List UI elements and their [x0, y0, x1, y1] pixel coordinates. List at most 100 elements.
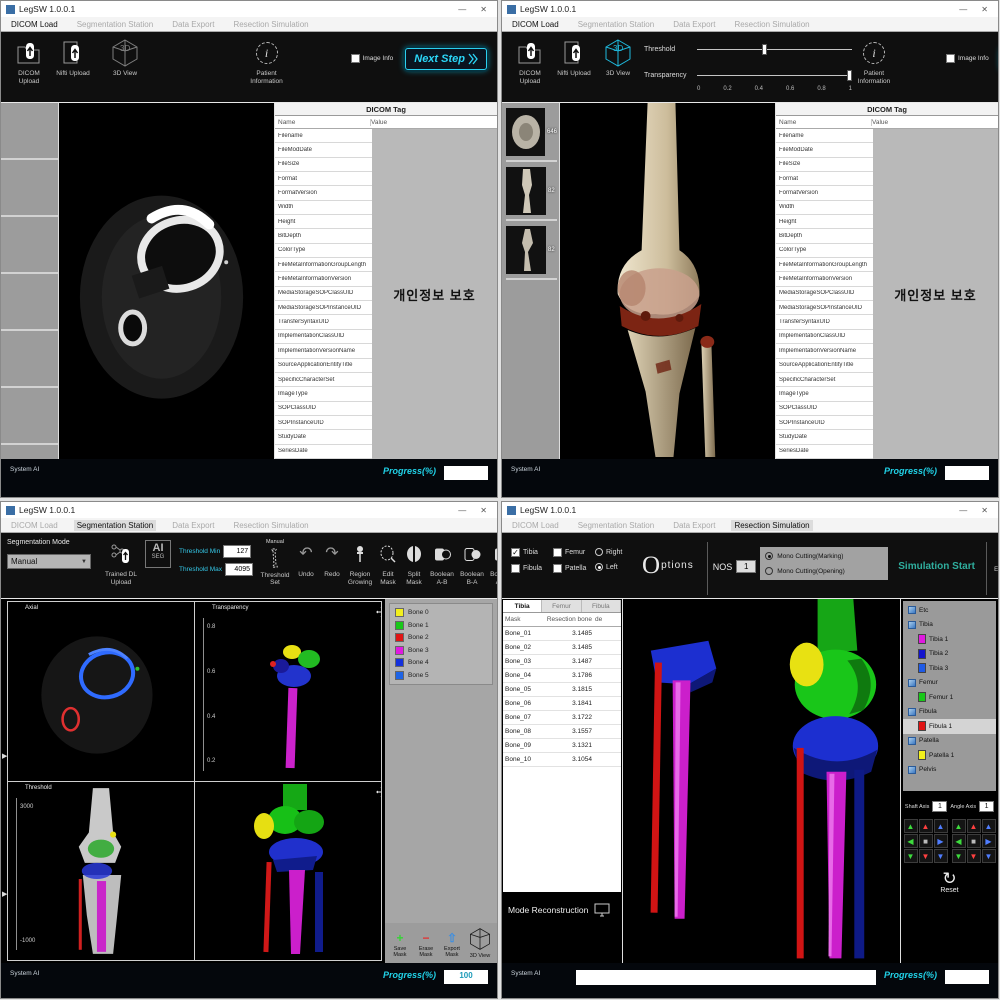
tree-item[interactable]: Tibia 3 — [903, 661, 996, 676]
transform-button[interactable]: ▲ — [904, 819, 918, 833]
image-info-checkbox[interactable]: Image Info — [351, 54, 394, 63]
menu-item[interactable]: Resection Simulation — [230, 19, 311, 30]
mask-legend-item[interactable]: Bone 3 — [395, 646, 487, 655]
series-slot[interactable] — [1, 274, 58, 331]
mode-reconstruction-button[interactable]: Mode Reconstruction — [502, 903, 622, 917]
close-button[interactable]: ✕ — [475, 5, 492, 14]
mask-legend-item[interactable]: Bone 4 — [395, 658, 487, 667]
simulation-3d-viewport[interactable] — [622, 599, 901, 963]
menu-item[interactable]: Resection Simulation — [731, 520, 812, 531]
tree-item[interactable]: Etc — [903, 603, 996, 618]
tree-item[interactable]: Fibula 1 — [903, 719, 996, 734]
left-side-radio[interactable]: Left — [595, 563, 631, 571]
transparency-slider[interactable] — [697, 75, 852, 76]
view-3d-button[interactable]: 3D View — [466, 927, 494, 959]
edit-mask-button[interactable]: Edit Mask — [375, 539, 401, 587]
menu-item[interactable]: Resection Simulation — [731, 19, 812, 30]
close-button[interactable]: ✕ — [976, 5, 993, 14]
minimize-button[interactable]: — — [954, 506, 972, 515]
nifti-upload-button[interactable]: Nifti Upload — [51, 38, 95, 78]
transform-button[interactable]: ◀ — [904, 834, 918, 848]
minimize-button[interactable]: — — [453, 5, 471, 14]
series-sidebar[interactable] — [1, 103, 59, 459]
series-sidebar[interactable]: 646 82 82 — [502, 103, 560, 459]
transform-button[interactable]: ▼ — [952, 849, 966, 863]
menu-item[interactable]: DICOM Load — [8, 19, 61, 30]
transform-button[interactable]: ■ — [919, 834, 933, 848]
image-info-checkbox[interactable]: Image Info — [946, 54, 989, 63]
patient-information-button[interactable]: i Patient Information — [245, 38, 289, 86]
close-button[interactable]: ✕ — [976, 506, 993, 515]
tree-item[interactable]: Patella — [903, 734, 996, 749]
minimize-button[interactable]: — — [453, 506, 471, 515]
table-row[interactable]: Bone_05 3.1815 — [503, 683, 621, 697]
menu-item[interactable]: Resection Simulation — [230, 520, 311, 531]
menu-item[interactable]: DICOM Load — [8, 520, 61, 531]
mono-cutting-opening-radio[interactable]: Mono Cutting(Opening) — [765, 567, 883, 575]
vertical-slider[interactable] — [203, 618, 204, 771]
axial-ct-viewport[interactable] — [59, 103, 275, 459]
transform-button[interactable]: ▼ — [934, 849, 948, 863]
table-row[interactable]: Bone_07 3.1722 — [503, 711, 621, 725]
tree-item[interactable]: Fibula — [903, 705, 996, 720]
nos-input[interactable] — [736, 560, 756, 573]
transform-button[interactable]: ■ — [967, 834, 981, 848]
next-step-button[interactable]: Next Step — [405, 48, 487, 70]
tree-item[interactable]: Patella 1 — [903, 748, 996, 763]
menu-item[interactable]: Segmentation Station — [575, 520, 658, 531]
shaft-axis-input[interactable] — [932, 801, 947, 812]
threshold-min-input[interactable] — [223, 545, 251, 558]
mono-cutting-marking-radio[interactable]: Mono Cutting(Marking) — [765, 552, 883, 560]
tree-item[interactable]: Tibia 2 — [903, 647, 996, 662]
mask-legend-item[interactable]: Bone 2 — [395, 633, 487, 642]
menu-item[interactable]: DICOM Load — [509, 520, 562, 531]
mask-legend-item[interactable]: Bone 5 — [395, 671, 487, 680]
transform-button[interactable]: ▲ — [952, 819, 966, 833]
status-field[interactable] — [576, 970, 876, 985]
femur-checkbox[interactable]: Femur — [553, 548, 589, 557]
angle-axis-input[interactable] — [979, 801, 994, 812]
threshold-slider-knob[interactable] — [762, 44, 767, 55]
region-growing-button[interactable]: Region Growing — [345, 539, 375, 587]
export-project-button[interactable]: Export Project File — [992, 546, 999, 582]
tree-item[interactable]: Femur — [903, 676, 996, 691]
boolean-a-plus-b-button[interactable]: Boolean A+B — [487, 539, 498, 587]
table-row[interactable]: Bone_10 3.1054 — [503, 753, 621, 767]
menu-item[interactable]: DICOM Load — [509, 19, 562, 30]
save-mask-button[interactable]: + Save Mask — [388, 931, 412, 959]
table-row[interactable]: Bone_03 3.1487 — [503, 655, 621, 669]
tree-item[interactable]: Femur 1 — [903, 690, 996, 705]
view-3d-button[interactable]: 3D 3D View — [103, 38, 147, 78]
table-row[interactable]: Bone_08 3.1557 — [503, 725, 621, 739]
threshold-viewport[interactable]: Threshold 3000-1000 — [8, 782, 194, 961]
close-button[interactable]: ✕ — [475, 506, 492, 515]
simulation-start-button[interactable]: Simulation Start — [898, 561, 975, 572]
boolean-b-minus-a-button[interactable]: Boolean B-A — [457, 539, 487, 587]
transparency-slider-knob[interactable] — [847, 70, 852, 81]
series-slot[interactable] — [1, 217, 58, 274]
fibula-checkbox[interactable]: Fibula — [511, 564, 547, 573]
slider-arrow-icon[interactable]: ▶ — [2, 752, 7, 760]
menu-item[interactable]: Data Export — [169, 520, 217, 531]
series-thumbnail[interactable]: 646 — [506, 108, 557, 162]
table-row[interactable]: Bone_09 3.1321 — [503, 739, 621, 753]
table-row[interactable]: Bone_06 3.1841 — [503, 697, 621, 711]
tree-item[interactable]: Tibia — [903, 618, 996, 633]
ai-seg-button[interactable]: AI SEG — [141, 539, 175, 569]
dicom-upload-button[interactable]: DICOM Upload — [508, 38, 552, 86]
options-label[interactable]: Options — [642, 552, 694, 580]
transform-button[interactable]: ▼ — [982, 849, 996, 863]
axial-seg-viewport[interactable]: Axial — [8, 602, 194, 781]
patella-checkbox[interactable]: Patella — [553, 564, 589, 573]
trained-dl-upload-button[interactable]: Trained DL Upload — [101, 539, 141, 587]
series-slot[interactable] — [1, 331, 58, 388]
transform-button[interactable]: ▶ — [934, 834, 948, 848]
table-row[interactable]: Bone_02 3.1485 — [503, 641, 621, 655]
undo-button[interactable]: ↶ Undo — [293, 539, 319, 579]
nifti-upload-button[interactable]: Nifti Upload — [552, 38, 596, 78]
seg-3d-viewport[interactable] — [195, 782, 381, 961]
export-mask-button[interactable]: ⇧ Export Mask — [440, 931, 464, 959]
patient-information-button[interactable]: i Patient Information — [852, 38, 896, 86]
menu-item[interactable]: Data Export — [169, 19, 217, 30]
menu-item[interactable]: Segmentation Station — [74, 19, 157, 30]
